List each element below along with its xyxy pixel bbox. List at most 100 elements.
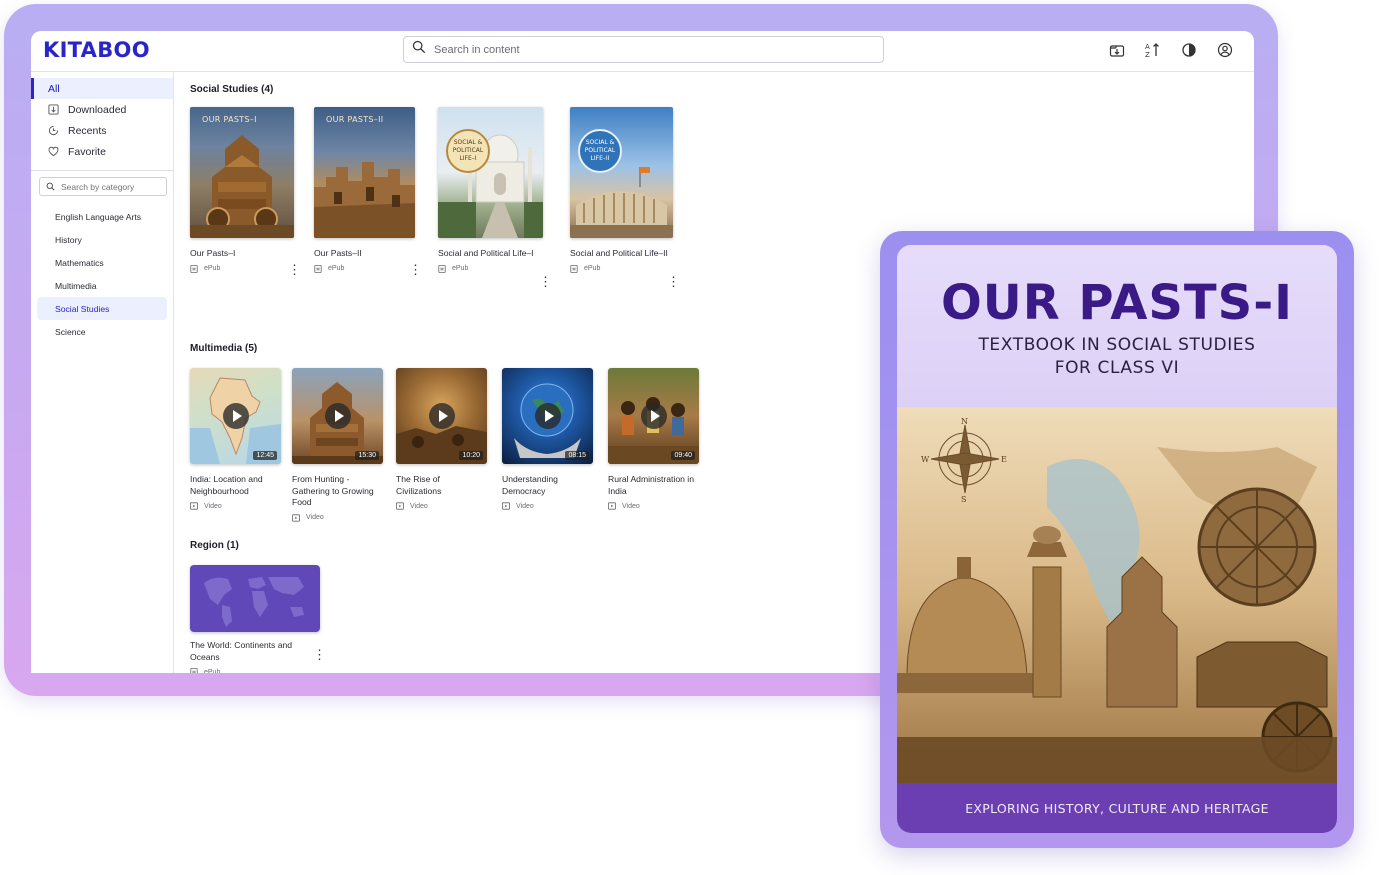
card-title[interactable]: The Rise of Civilizations	[396, 474, 487, 497]
kitaboo-logo[interactable]: KITABOO	[43, 38, 150, 62]
card-title[interactable]: Social and Political Life–II	[570, 248, 673, 260]
video-card[interactable]: 10:20 The Rise of Civilizations Video	[396, 368, 487, 510]
play-icon[interactable]	[324, 403, 351, 429]
book-card-social-political-2[interactable]: SOCIAL & POLITICAL LIFE–II Social and Po…	[570, 107, 673, 273]
more-options-icon[interactable]	[409, 265, 415, 275]
card-title[interactable]: Rural Administration in India	[608, 474, 699, 497]
card-type: ePub	[328, 265, 345, 272]
heritage-illustration: N S W E	[897, 407, 1337, 783]
book-preview-frame: OUR PASTS-I TEXTBOOK IN SOCIAL STUDIES F…	[880, 231, 1354, 848]
video-card[interactable]: 15:30 From Hunting - Gathering to Growin…	[292, 368, 383, 522]
video-thumbnail[interactable]: 08:15	[502, 368, 593, 464]
card-title[interactable]: Understanding Democracy	[502, 474, 593, 497]
card-type: Video	[622, 502, 640, 510]
compass-south: S	[961, 495, 966, 504]
content-search[interactable]	[403, 36, 884, 63]
category-mathematics[interactable]: Mathematics	[37, 251, 167, 274]
sidebar-item-label: Favorite	[68, 145, 106, 158]
book-cover[interactable]: OUR PASTS–I	[190, 107, 294, 238]
book-card-social-political-1[interactable]: SOCIAL & POLITICAL LIFE–I Social and Pol…	[438, 107, 543, 273]
video-card[interactable]: 08:15 Understanding Democracy Video	[502, 368, 593, 510]
card-type: Video	[306, 514, 324, 521]
app-header: KITABOO AZ	[31, 31, 1254, 72]
category-multimedia[interactable]: Multimedia	[37, 274, 167, 297]
card-type: ePub	[204, 265, 221, 272]
video-thumbnail[interactable]: 10:20	[396, 368, 487, 464]
video-icon	[292, 513, 300, 522]
book-card-our-pasts-2[interactable]: OUR PASTS–II Our Pasts–II ePub	[314, 107, 415, 273]
epub-icon	[314, 264, 322, 273]
card-meta: ePub	[570, 264, 673, 273]
book-card-our-pasts-1[interactable]: OUR PASTS–I Our Pasts–I ePub	[190, 107, 294, 273]
card-title[interactable]: Our Pasts–I	[190, 248, 294, 260]
search-icon	[412, 40, 426, 59]
sidebar-item-label: Recents	[68, 124, 107, 137]
compass-west: W	[921, 455, 930, 464]
card-type: ePub	[584, 265, 601, 272]
video-card[interactable]: 12:45 India: Location and Neighbourhood …	[190, 368, 281, 510]
book-cover[interactable]: SOCIAL & POLITICAL LIFE–II	[570, 107, 673, 238]
world-map-cover[interactable]	[190, 565, 320, 632]
cover-title: OUR PASTS–II	[326, 115, 384, 124]
video-thumbnail[interactable]: 15:30	[292, 368, 383, 464]
book-cover[interactable]: SOCIAL & POLITICAL LIFE–I	[438, 107, 543, 238]
more-options-icon[interactable]	[667, 277, 673, 287]
more-options-icon[interactable]	[539, 277, 545, 287]
compass-east: E	[1001, 455, 1007, 464]
video-duration: 12:45	[253, 451, 277, 460]
search-input[interactable]	[434, 43, 854, 56]
region-card[interactable]: The World: Continents and Oceans ePub	[190, 565, 320, 673]
download-icon[interactable]	[1108, 41, 1126, 59]
book-cover[interactable]: OUR PASTS–II	[314, 107, 415, 238]
profile-icon[interactable]	[1216, 41, 1234, 59]
more-options-icon[interactable]	[313, 650, 319, 660]
category-social-studies[interactable]: Social Studies	[37, 297, 167, 320]
card-meta: Video	[190, 502, 281, 510]
video-thumbnail[interactable]: 12:45	[190, 368, 281, 464]
category-science[interactable]: Science	[37, 320, 167, 343]
card-title[interactable]: The World: Continents and Oceans	[190, 640, 320, 663]
category-search[interactable]	[39, 177, 167, 196]
download-icon	[48, 104, 59, 115]
section-title-social-studies: Social Studies (4)	[190, 84, 274, 95]
category-english[interactable]: English Language Arts	[37, 205, 167, 228]
card-meta: Video	[292, 513, 383, 522]
card-meta: Video	[608, 502, 699, 510]
video-card[interactable]: 09:40 Rural Administration in India Vide…	[608, 368, 699, 510]
play-icon[interactable]	[640, 403, 667, 429]
card-type: ePub	[204, 668, 221, 674]
sidebar-item-favorite[interactable]: Favorite	[31, 141, 173, 162]
card-title[interactable]: From Hunting - Gathering to Growing Food	[292, 474, 383, 509]
sidebar-item-all[interactable]: All	[31, 78, 173, 99]
cover-title: OUR PASTS–I	[202, 115, 257, 124]
book-class: FOR CLASS VI	[1054, 358, 1180, 378]
video-duration: 08:15	[565, 451, 589, 460]
heart-icon	[48, 146, 59, 157]
category-search-input[interactable]	[61, 181, 161, 192]
video-thumbnail[interactable]: 09:40	[608, 368, 699, 464]
contrast-icon[interactable]	[1180, 41, 1198, 59]
sidebar-item-recents[interactable]: Recents	[31, 120, 173, 141]
card-title[interactable]: Our Pasts–II	[314, 248, 415, 260]
cover-seal: SOCIAL & POLITICAL LIFE–II	[578, 129, 622, 173]
video-icon	[502, 502, 510, 510]
world-map-illustration	[204, 577, 304, 627]
book-preview[interactable]: OUR PASTS-I TEXTBOOK IN SOCIAL STUDIES F…	[897, 245, 1337, 833]
play-icon[interactable]	[428, 403, 455, 429]
book-title: OUR PASTS-I	[940, 275, 1294, 331]
play-icon[interactable]	[222, 403, 249, 429]
taj-mahal-illustration	[438, 134, 543, 238]
more-options-icon[interactable]	[288, 265, 294, 275]
sort-icon[interactable]: AZ	[1144, 41, 1162, 59]
card-title[interactable]: India: Location and Neighbourhood	[190, 474, 281, 497]
card-meta: ePub	[314, 264, 415, 273]
sidebar-item-downloaded[interactable]: Downloaded	[31, 99, 173, 120]
card-meta: ePub	[438, 264, 543, 273]
compass-north: N	[961, 417, 968, 426]
play-icon[interactable]	[534, 403, 561, 429]
video-icon	[396, 502, 404, 510]
category-history[interactable]: History	[37, 228, 167, 251]
book-footer: EXPLORING HISTORY, CULTURE AND HERITAGE	[897, 783, 1337, 833]
epub-icon	[438, 264, 446, 273]
card-title[interactable]: Social and Political Life–I	[438, 248, 543, 260]
